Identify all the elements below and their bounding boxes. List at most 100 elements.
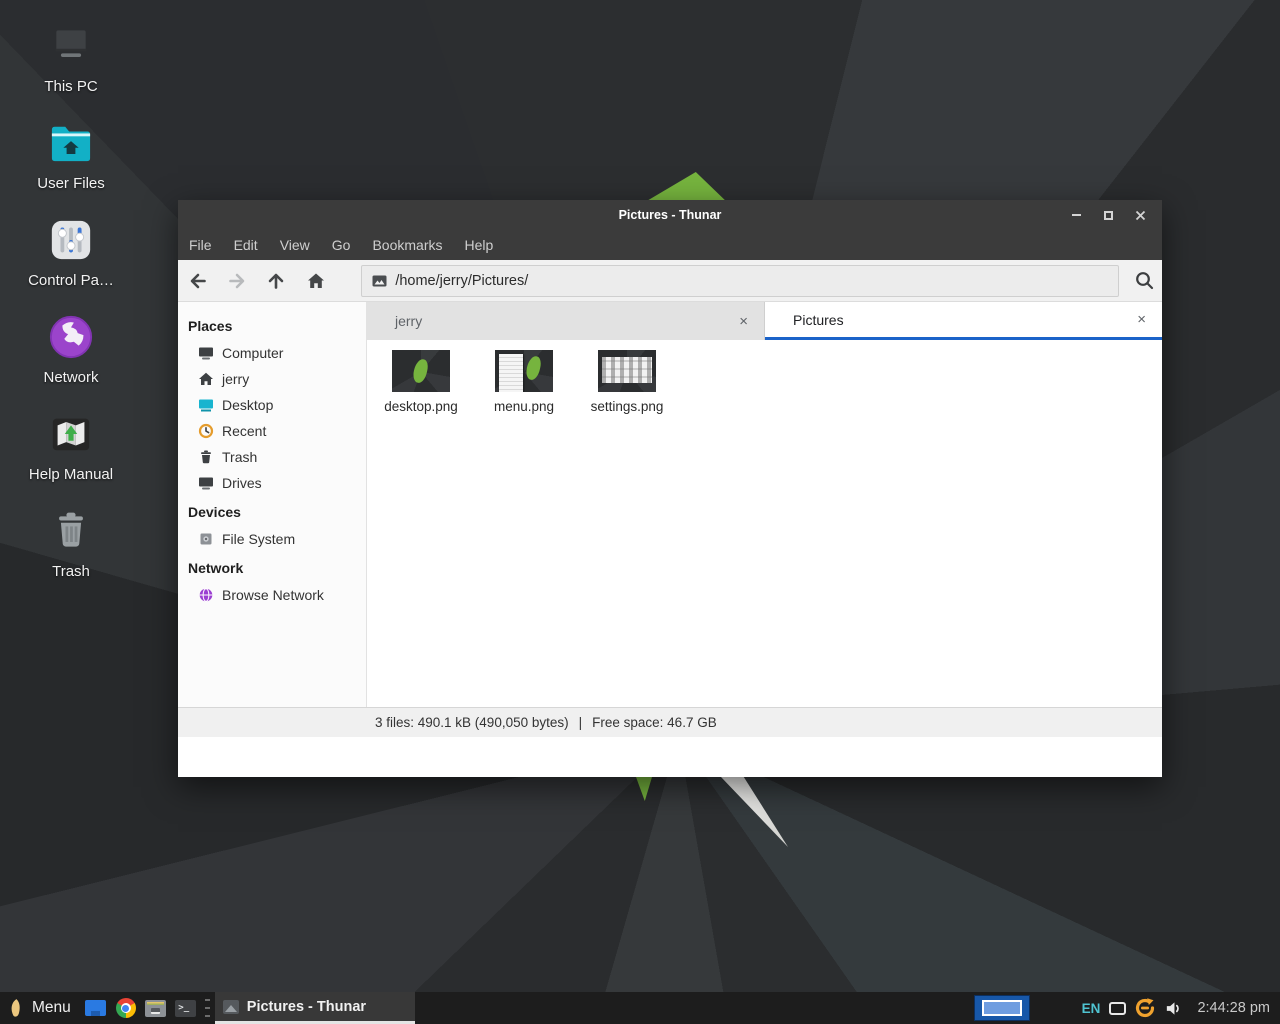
archive-launcher[interactable] — [141, 992, 171, 1024]
sidebar-item-jerry[interactable]: jerry — [178, 366, 366, 392]
desktop-icon-this-pc[interactable]: This PC — [16, 22, 126, 95]
thunar-window: Pictures - Thunar File Edit View Go Book… — [178, 200, 1162, 777]
close-button[interactable] — [1128, 203, 1152, 227]
clock[interactable]: 2:44:28 pm — [1197, 1000, 1270, 1016]
sidebar-item-file-system[interactable]: File System — [178, 526, 366, 552]
titlebar[interactable]: Pictures - Thunar — [178, 200, 1162, 230]
sidebar-item-trash[interactable]: Trash — [178, 444, 366, 470]
menu-edit[interactable]: Edit — [223, 230, 269, 260]
terminal-icon: >_ — [175, 1000, 196, 1017]
archive-icon — [145, 1000, 166, 1017]
back-button[interactable] — [178, 264, 217, 298]
image-thumbnail — [598, 350, 656, 392]
recent-clock-icon — [198, 423, 214, 439]
menu-go[interactable]: Go — [321, 230, 362, 260]
menu-view[interactable]: View — [269, 230, 321, 260]
home-icon — [198, 371, 214, 387]
desktop-icon-network[interactable]: Network — [16, 313, 126, 386]
minimize-icon — [1072, 214, 1081, 216]
display-tray-icon[interactable] — [1109, 1002, 1126, 1015]
tab-close-icon[interactable]: × — [1137, 312, 1146, 327]
desktop-icon-label: Help Manual — [29, 466, 113, 483]
chrome-icon — [116, 998, 136, 1018]
sidebar-item-browse-network[interactable]: Browse Network — [178, 582, 366, 608]
tab-pictures[interactable]: Pictures × — [765, 302, 1162, 340]
file-name: settings.png — [591, 399, 664, 414]
computer-icon — [198, 345, 214, 361]
chrome-inner-ring — [121, 1003, 131, 1013]
desktop-icon-label: Trash — [52, 563, 90, 580]
home-button[interactable] — [296, 264, 335, 298]
toolbar: /home/jerry/Pictures/ — [178, 260, 1162, 302]
window-body: Places Computer jerry Desktop Recent Tra… — [178, 302, 1162, 707]
desktop-icon-user-files[interactable]: User Files — [16, 119, 126, 192]
forward-icon — [227, 271, 247, 291]
desktop-icon-trash[interactable]: Trash — [16, 507, 126, 580]
sidebar-header-places: Places — [178, 310, 366, 340]
thunar-window-icon — [223, 1000, 239, 1014]
volume-icon[interactable] — [1164, 999, 1183, 1018]
desktop-icon-label: Control Pa… — [28, 272, 114, 289]
menu-bookmarks[interactable]: Bookmarks — [361, 230, 453, 260]
tab-close-icon[interactable]: × — [739, 314, 748, 329]
tab-label: jerry — [395, 313, 422, 329]
desktop-icons: This PC User Files Control Pa… Network H… — [16, 22, 126, 580]
search-button[interactable] — [1127, 264, 1162, 298]
desktop-icon-help-manual[interactable]: Help Manual — [16, 410, 126, 483]
start-menu-button[interactable]: Menu — [0, 992, 81, 1024]
sidebar-item-desktop[interactable]: Desktop — [178, 392, 366, 418]
file-manager-launcher[interactable] — [81, 992, 111, 1024]
window-title: Pictures - Thunar — [178, 208, 1162, 222]
sidebar-item-label: jerry — [222, 371, 249, 387]
network-globe-icon — [47, 313, 95, 361]
home-icon — [306, 271, 326, 291]
sidebar-item-label: File System — [222, 531, 295, 547]
settings-pane-shape — [602, 357, 652, 383]
desktop-root: { "glyphs": { "tab_close": "×", "termina… — [0, 0, 1280, 1024]
mint-leaf-shape — [525, 355, 543, 381]
sidebar-item-label: Computer — [222, 345, 283, 361]
update-manager-icon[interactable] — [1134, 997, 1156, 1019]
sidebar-item-label: Recent — [222, 423, 266, 439]
maximize-button[interactable] — [1096, 203, 1120, 227]
system-tray: EN 2:44:28 pm — [974, 992, 1280, 1024]
desktop-icon-control-panel[interactable]: Control Pa… — [16, 216, 126, 289]
terminal-launcher[interactable]: >_ — [171, 992, 201, 1024]
control-panel-icon — [47, 216, 95, 264]
minimize-button[interactable] — [1064, 203, 1088, 227]
keyboard-layout-indicator[interactable]: EN — [1082, 1001, 1101, 1016]
up-button[interactable] — [257, 264, 296, 298]
close-icon — [1135, 210, 1146, 221]
sidebar-item-computer[interactable]: Computer — [178, 340, 366, 366]
path-bar[interactable]: /home/jerry/Pictures/ — [361, 265, 1118, 297]
workspace-switcher[interactable] — [974, 995, 1030, 1021]
maximize-icon — [1104, 211, 1113, 220]
browser-launcher[interactable] — [111, 992, 141, 1024]
trash-icon — [198, 449, 214, 465]
tab-jerry[interactable]: jerry × — [367, 302, 765, 340]
file-menu-png[interactable]: menu.png — [476, 350, 572, 414]
status-bar: 3 files: 490.1 kB (490,050 bytes) | Free… — [178, 707, 1162, 737]
sidebar-item-drives[interactable]: Drives — [178, 470, 366, 496]
drives-icon — [198, 475, 214, 491]
file-name: menu.png — [494, 399, 554, 414]
file-desktop-png[interactable]: desktop.png — [373, 350, 469, 414]
image-icon — [372, 275, 387, 287]
menu-help[interactable]: Help — [454, 230, 505, 260]
desktop-monitor-icon — [198, 397, 214, 413]
file-name: desktop.png — [384, 399, 458, 414]
sidebar-item-label: Browse Network — [222, 587, 324, 603]
status-divider: | — [579, 715, 583, 730]
taskbar: Menu >_ Pictures - Thunar EN 2:44:28 pm — [0, 992, 1280, 1024]
panel-grip-handle[interactable] — [204, 999, 212, 1017]
tab-bar: jerry × Pictures × — [367, 302, 1162, 340]
file-settings-png[interactable]: settings.png — [579, 350, 675, 414]
menu-file[interactable]: File — [178, 230, 223, 260]
image-thumbnail — [392, 350, 450, 392]
taskbar-window-button[interactable]: Pictures - Thunar — [215, 992, 415, 1024]
free-space: Free space: 46.7 GB — [592, 715, 717, 730]
desktop-icon-label: This PC — [44, 78, 97, 95]
back-icon — [188, 271, 208, 291]
forward-button[interactable] — [217, 264, 256, 298]
sidebar-item-recent[interactable]: Recent — [178, 418, 366, 444]
